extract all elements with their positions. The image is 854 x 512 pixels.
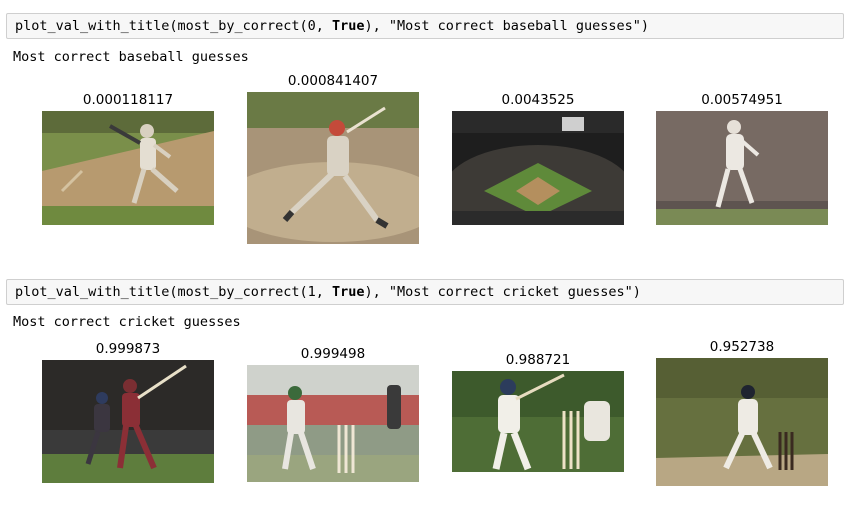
figure-baseball-4: 0.00574951	[656, 92, 828, 225]
code-text-prefix: plot_val_with_title(most_by_correct(1,	[15, 284, 332, 300]
figure-baseball-2: 0.000841407	[247, 73, 419, 244]
probability-value: 0.0043525	[501, 92, 575, 108]
code-text-suffix: ), "Most correct baseball guesses")	[364, 18, 649, 34]
figure-cricket-3: 0.988721	[452, 352, 624, 472]
cricket-batsman-stumps-photo	[247, 365, 419, 482]
output-title-baseball: Most correct baseball guesses	[13, 49, 249, 65]
probability-value: 0.000841407	[287, 73, 379, 89]
baseball-batter-swing-photo	[42, 111, 214, 225]
code-cell-baseball[interactable]: plot_val_with_title(most_by_correct(0, T…	[6, 13, 844, 39]
baseball-stadium-night-photo	[452, 111, 624, 225]
baseball-batter-follow-through-photo	[247, 92, 419, 244]
probability-value: 0.988721	[505, 352, 571, 368]
code-keyword: True	[331, 284, 365, 300]
probability-value: 0.952738	[709, 339, 775, 355]
code-cell-cricket[interactable]: plot_val_with_title(most_by_correct(1, T…	[6, 279, 844, 305]
figure-baseball-1: 0.000118117	[42, 92, 214, 225]
output-title-cricket: Most correct cricket guesses	[13, 314, 241, 330]
figure-baseball-3: 0.0043525	[452, 92, 624, 225]
probability-value: 0.00574951	[701, 92, 783, 108]
figure-cricket-4: 0.952738	[656, 339, 828, 486]
code-text-suffix: ), "Most correct cricket guesses")	[364, 284, 641, 300]
cricket-batsman-stadium-photo	[42, 360, 214, 483]
code-keyword: True	[331, 18, 365, 34]
figure-cricket-2: 0.999498	[247, 346, 419, 482]
code-text-prefix: plot_val_with_title(most_by_correct(0,	[15, 18, 332, 34]
cricket-junior-batsman-photo	[452, 371, 624, 472]
probability-value: 0.000118117	[82, 92, 174, 108]
probability-value: 0.999873	[95, 341, 161, 357]
figure-cricket-1: 0.999873	[42, 341, 214, 483]
probability-value: 0.999498	[300, 346, 366, 362]
cricket-batsman-pitch-photo	[656, 358, 828, 486]
baseball-pitcher-photo	[656, 111, 828, 225]
